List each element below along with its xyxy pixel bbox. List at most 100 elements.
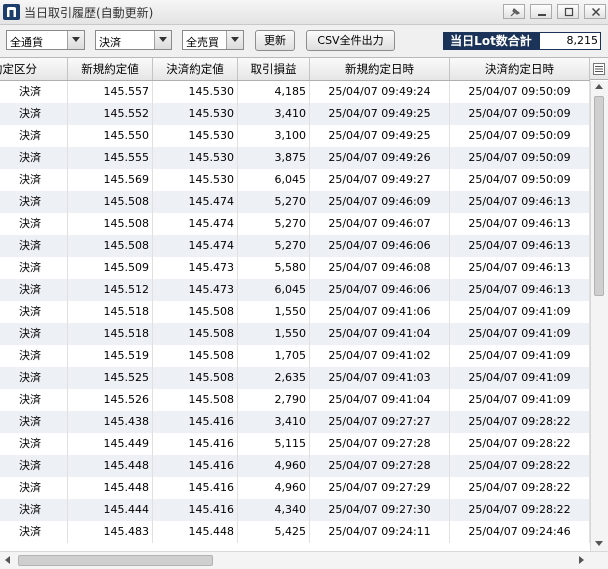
list-icon [593, 63, 605, 75]
table-row[interactable]: 決済 145.525 145.508 2,635 25/04/07 09:41:03 25… [0, 367, 590, 389]
column-header-open-time[interactable]: 新規約定日時 [310, 58, 450, 80]
minimize-icon [538, 14, 546, 16]
cell-profit: 5,425 [238, 521, 310, 543]
cell-profit: 5,270 [238, 191, 310, 213]
cell-type: 決済 [0, 389, 68, 411]
cell-open-time: 25/04/07 09:27:28 [310, 433, 450, 455]
maximize-button[interactable] [557, 4, 579, 19]
cell-open-price: 145.512 [68, 279, 153, 301]
scroll-left-icon[interactable] [5, 556, 11, 564]
cell-open-price: 145.509 [68, 257, 153, 279]
cell-close-price: 145.416 [153, 477, 238, 499]
settle-filter-value: 決済 [99, 36, 121, 49]
scroll-right-icon[interactable] [579, 556, 585, 564]
column-header-open-price[interactable]: 新規約定値 [68, 58, 153, 80]
column-header-close-price[interactable]: 決済約定値 [153, 58, 238, 80]
cell-profit: 2,635 [238, 367, 310, 389]
table-row[interactable]: 決済 145.518 145.508 1,550 25/04/07 09:41:04 25… [0, 323, 590, 345]
cell-profit: 4,960 [238, 477, 310, 499]
cell-open-time: 25/04/07 09:27:30 [310, 499, 450, 521]
cell-open-time: 25/04/07 09:46:09 [310, 191, 450, 213]
cell-type: 決済 [0, 213, 68, 235]
column-header-profit[interactable]: 取引損益 [238, 58, 310, 80]
cell-profit: 5,270 [238, 235, 310, 257]
currency-filter-value: 全通貨 [10, 36, 43, 49]
cell-close-price: 145.530 [153, 169, 238, 191]
scroll-up-icon[interactable] [595, 84, 603, 90]
cell-open-time: 25/04/07 09:41:04 [310, 389, 450, 411]
table-row[interactable]: 決済 145.444 145.416 4,340 25/04/07 09:27:30 25… [0, 499, 590, 521]
cell-open-time: 25/04/07 09:46:06 [310, 279, 450, 301]
cell-profit: 4,960 [238, 455, 310, 477]
cell-close-price: 145.474 [153, 191, 238, 213]
cell-close-time: 25/04/07 09:28:22 [450, 455, 590, 477]
cell-open-time: 25/04/07 09:24:11 [310, 521, 450, 543]
scroll-down-icon[interactable] [595, 541, 603, 547]
app-logo-icon [3, 4, 20, 20]
column-header-close-time[interactable]: 決済約定日時 [450, 58, 590, 80]
column-chooser-button[interactable] [590, 58, 608, 80]
cell-open-time: 25/04/07 09:41:04 [310, 323, 450, 345]
cell-close-price: 145.530 [153, 125, 238, 147]
table-row[interactable]: 決済 145.448 145.416 4,960 25/04/07 09:27:28 25… [0, 455, 590, 477]
table-row[interactable]: 決済 145.508 145.474 5,270 25/04/07 09:46:06 25… [0, 235, 590, 257]
cell-open-time: 25/04/07 09:41:02 [310, 345, 450, 367]
side-filter-select[interactable]: 全売買 [182, 30, 244, 50]
cell-profit: 4,185 [238, 81, 310, 103]
table-row[interactable]: 決済 145.438 145.416 3,410 25/04/07 09:27:27 25… [0, 411, 590, 433]
cell-close-time: 25/04/07 09:46:13 [450, 235, 590, 257]
cell-open-price: 145.508 [68, 191, 153, 213]
toolbar: 全通貨 決済 全売買 更新 CSV全件出力 当日Lot数合計 8,215 [0, 25, 608, 57]
cell-open-time: 25/04/07 09:46:06 [310, 235, 450, 257]
refresh-button[interactable]: 更新 [255, 30, 295, 51]
cell-profit: 3,100 [238, 125, 310, 147]
cell-open-time: 25/04/07 09:49:27 [310, 169, 450, 191]
cell-close-time: 25/04/07 09:41:09 [450, 301, 590, 323]
table-row[interactable]: 決済 145.552 145.530 3,410 25/04/07 09:49:25 25… [0, 103, 590, 125]
table-row[interactable]: 決済 145.526 145.508 2,790 25/04/07 09:41:04 25… [0, 389, 590, 411]
table-row[interactable]: 決済 145.557 145.530 4,185 25/04/07 09:49:24 25… [0, 81, 590, 103]
cell-close-price: 145.530 [153, 81, 238, 103]
cell-open-time: 25/04/07 09:49:24 [310, 81, 450, 103]
table-row[interactable]: 決済 145.519 145.508 1,705 25/04/07 09:41:02 25… [0, 345, 590, 367]
table-row[interactable]: 決済 145.569 145.530 6,045 25/04/07 09:49:27 25… [0, 169, 590, 191]
table-row[interactable]: 決済 145.518 145.508 1,550 25/04/07 09:41:06 25… [0, 301, 590, 323]
table-row[interactable]: 決済 145.555 145.530 3,875 25/04/07 09:49:26 25… [0, 147, 590, 169]
pin-button[interactable] [503, 4, 525, 19]
cell-open-time: 25/04/07 09:27:28 [310, 455, 450, 477]
cell-profit: 5,115 [238, 433, 310, 455]
cell-open-time: 25/04/07 09:41:06 [310, 301, 450, 323]
title-bar: 当日取引履歴(自動更新) [0, 0, 608, 25]
cell-type: 決済 [0, 301, 68, 323]
table-row[interactable]: 決済 145.550 145.530 3,100 25/04/07 09:49:25 25… [0, 125, 590, 147]
cell-open-price: 145.449 [68, 433, 153, 455]
vertical-scrollbar[interactable] [590, 81, 608, 551]
cell-close-time: 25/04/07 09:50:09 [450, 169, 590, 191]
lot-total-value: 8,215 [539, 32, 601, 50]
cell-open-price: 145.526 [68, 389, 153, 411]
cell-profit: 6,045 [238, 279, 310, 301]
cell-open-price: 145.569 [68, 169, 153, 191]
table-row[interactable]: 決済 145.449 145.416 5,115 25/04/07 09:27:28 25… [0, 433, 590, 455]
cell-open-price: 145.448 [68, 455, 153, 477]
table-row[interactable]: 決済 145.512 145.473 6,045 25/04/07 09:46:06 25… [0, 279, 590, 301]
horizontal-scrollbar[interactable] [0, 551, 608, 569]
currency-filter-select[interactable]: 全通貨 [6, 30, 85, 50]
cell-profit: 4,340 [238, 499, 310, 521]
table-row[interactable]: 決済 145.508 145.474 5,270 25/04/07 09:46:07 25… [0, 213, 590, 235]
cell-close-price: 145.508 [153, 367, 238, 389]
table-row[interactable]: 決済 145.509 145.473 5,580 25/04/07 09:46:08 25… [0, 257, 590, 279]
column-header-type[interactable]: 約定区分 [0, 58, 68, 80]
minimize-button[interactable] [530, 4, 552, 19]
table-row[interactable]: 決済 145.508 145.474 5,270 25/04/07 09:46:09 25… [0, 191, 590, 213]
cell-type: 決済 [0, 81, 68, 103]
close-button[interactable] [584, 4, 606, 19]
horizontal-scroll-thumb[interactable] [18, 555, 213, 566]
table-row[interactable]: 決済 145.483 145.448 5,425 25/04/07 09:24:11 25… [0, 521, 590, 543]
cell-close-time: 25/04/07 09:28:22 [450, 499, 590, 521]
csv-export-button[interactable]: CSV全件出力 [306, 30, 395, 51]
vertical-scroll-thumb[interactable] [594, 96, 604, 296]
cell-open-time: 25/04/07 09:49:25 [310, 103, 450, 125]
table-row[interactable]: 決済 145.448 145.416 4,960 25/04/07 09:27:29 25… [0, 477, 590, 499]
settle-filter-select[interactable]: 決済 [95, 30, 172, 50]
